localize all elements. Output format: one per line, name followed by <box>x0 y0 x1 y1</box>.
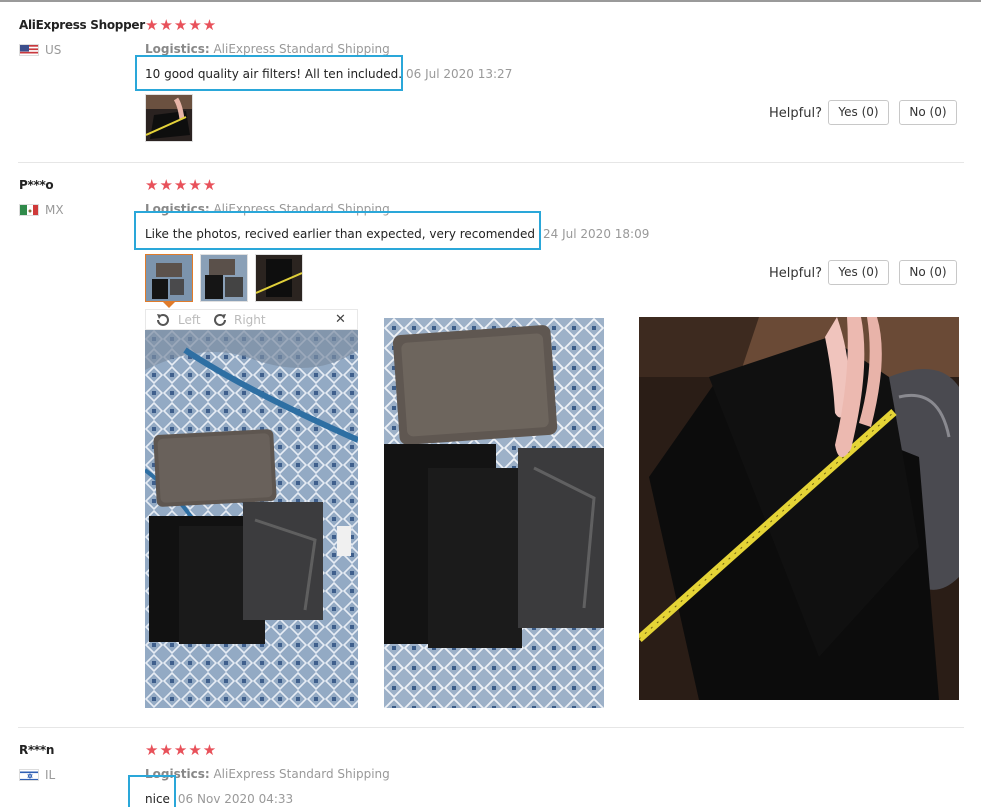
logistics-info: Logistics: AliExpress Standard Shipping <box>145 202 390 216</box>
comment-text: 10 good quality air filters! All ten inc… <box>145 67 403 81</box>
country-code: US <box>45 43 62 57</box>
review-date: 06 Jul 2020 13:27 <box>406 67 513 81</box>
reviewer-country: US <box>19 43 61 57</box>
review-comment: 10 good quality air filters! All ten inc… <box>145 67 512 81</box>
helpful-yes-button[interactable]: Yes (0) <box>828 260 889 285</box>
reviewer-country: MX <box>19 203 64 217</box>
il-flag-icon <box>19 769 39 781</box>
mx-flag-icon <box>19 204 39 216</box>
logistics-info: Logistics: AliExpress Standard Shipping <box>145 42 390 56</box>
review-photo-thumbnail[interactable] <box>145 94 193 142</box>
review-comment: Like the photos, recived earlier than ex… <box>145 227 649 241</box>
star-rating: ★★★★★ <box>145 741 218 759</box>
review-divider <box>18 727 964 728</box>
logistics-value: AliExpress Standard Shipping <box>213 767 390 781</box>
us-flag-icon <box>19 44 39 56</box>
review-comment: nice 06 Nov 2020 04:33 <box>145 792 293 806</box>
close-icon[interactable]: ✕ <box>335 312 346 327</box>
top-divider <box>0 0 981 2</box>
logistics-label: Logistics: <box>145 767 210 781</box>
comment-text: Like the photos, recived earlier than ex… <box>145 227 536 241</box>
rotate-left-icon[interactable] <box>155 312 171 331</box>
review-photo <box>145 330 358 708</box>
selected-thumbnail-caret <box>163 302 175 308</box>
image-viewer-toolbar: Left Right ✕ <box>145 309 358 330</box>
review-photo-thumbnail[interactable] <box>200 254 248 302</box>
helpful-no-button[interactable]: No (0) <box>899 100 957 125</box>
logistics-value: AliExpress Standard Shipping <box>213 42 390 56</box>
country-code: MX <box>45 203 64 217</box>
logistics-label: Logistics: <box>145 42 210 56</box>
logistics-label: Logistics: <box>145 202 210 216</box>
helpful-yes-button[interactable]: Yes (0) <box>828 100 889 125</box>
comment-text: nice <box>145 792 170 806</box>
logistics-value: AliExpress Standard Shipping <box>213 202 390 216</box>
helpful-label: Helpful? <box>769 266 822 281</box>
helpful-no-button[interactable]: No (0) <box>899 260 957 285</box>
reviewer-name: AliExpress Shopper <box>19 18 145 32</box>
reviewer-name: R***n <box>19 743 55 757</box>
review-date: 24 Jul 2020 18:09 <box>543 227 650 241</box>
review-divider <box>18 162 964 163</box>
rotate-right-icon[interactable] <box>212 312 228 331</box>
star-rating: ★★★★★ <box>145 176 218 194</box>
logistics-info: Logistics: AliExpress Standard Shipping <box>145 767 390 781</box>
review-photo-thumbnail[interactable] <box>255 254 303 302</box>
rotate-right-label[interactable]: Right <box>234 313 266 327</box>
review-photo <box>384 318 604 708</box>
review-photo-thumbnail-selected[interactable] <box>145 254 193 302</box>
reviewer-name: P***o <box>19 178 54 192</box>
review-date: 06 Nov 2020 04:33 <box>177 792 294 806</box>
star-rating: ★★★★★ <box>145 16 218 34</box>
review-photo <box>639 317 959 700</box>
country-code: IL <box>45 768 56 782</box>
helpful-label: Helpful? <box>769 106 822 121</box>
rotate-left-label[interactable]: Left <box>178 313 201 327</box>
reviewer-country: IL <box>19 768 55 782</box>
